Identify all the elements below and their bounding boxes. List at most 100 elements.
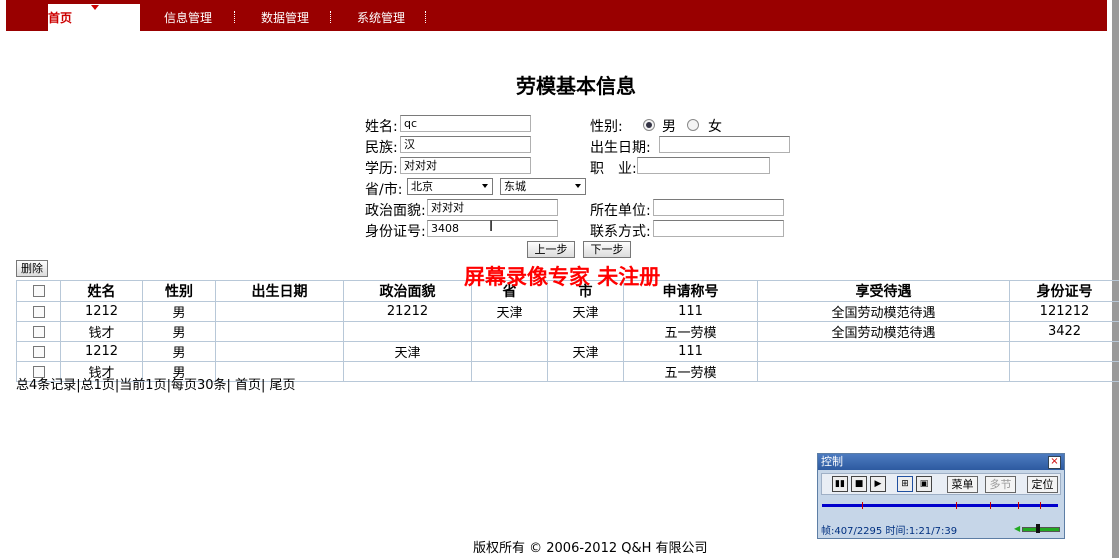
row-checkbox[interactable]: [32, 305, 45, 318]
city-select-value: 东城: [504, 180, 526, 193]
delete-button[interactable]: 删除: [16, 260, 48, 277]
select-all-checkbox[interactable]: [32, 285, 45, 297]
column-header: 性别: [142, 280, 216, 302]
occupation-label: 职 业:: [590, 161, 637, 177]
table-cell: 1212: [60, 341, 143, 362]
nav-home-label: 首页: [48, 11, 73, 25]
contact-label: 联系方式:: [590, 224, 651, 240]
text-cursor-icon: I: [489, 219, 494, 235]
workplace-input[interactable]: [653, 199, 784, 216]
pause-icon[interactable]: ▮▮: [832, 476, 848, 492]
table-cell: [757, 361, 1010, 382]
fullscreen-icon[interactable]: ▣: [916, 476, 932, 492]
active-indicator-icon: [91, 5, 99, 10]
nav-system-management[interactable]: 系统管理: [357, 9, 405, 26]
province-city-label: 省/市:: [365, 182, 403, 198]
city-select[interactable]: 东城: [500, 178, 586, 195]
window-scrollbar[interactable]: [1112, 0, 1119, 558]
playback-progress-track[interactable]: [822, 502, 1058, 509]
gender-male-radio[interactable]: [643, 119, 655, 131]
left-edge: [0, 0, 6, 558]
gender-male-label: 男: [662, 119, 676, 135]
table-cell: [1009, 341, 1119, 362]
table-cell: 天津: [471, 301, 548, 322]
page-title: 劳模基本信息: [516, 74, 636, 98]
education-input[interactable]: 对对对: [400, 157, 531, 174]
row-select-cell[interactable]: [16, 341, 61, 362]
nav-separator: [234, 11, 236, 23]
political-status-input[interactable]: 对对对: [427, 199, 558, 216]
table-cell: [343, 361, 472, 382]
select-all-header[interactable]: [16, 280, 61, 302]
locate-button[interactable]: 定位: [1027, 476, 1058, 493]
table-cell: [215, 321, 344, 342]
multi-section-button[interactable]: 多节: [985, 476, 1016, 493]
table-cell: 1212: [60, 301, 143, 322]
row-select-cell[interactable]: [16, 301, 61, 322]
gender-label: 性别:: [590, 119, 623, 135]
province-select[interactable]: 北京: [407, 178, 493, 195]
table-row: 1212 男 天津 天津 111: [16, 341, 1119, 362]
table-cell: [547, 361, 624, 382]
progress-line: [822, 504, 1058, 507]
table-cell: 111: [623, 301, 758, 322]
menu-button[interactable]: 菜单: [947, 476, 978, 493]
control-panel-title-text: 控制: [821, 455, 843, 468]
education-label: 学历:: [365, 161, 398, 177]
column-header: 姓名: [60, 280, 143, 302]
fit-window-icon[interactable]: ⊞: [897, 476, 913, 492]
prev-step-button[interactable]: 上一步: [527, 241, 575, 258]
birth-date-input[interactable]: [659, 136, 790, 153]
nav-info-management[interactable]: 信息管理: [164, 9, 212, 26]
table-cell: 天津: [547, 341, 624, 362]
playback-status: 帧:407/2295 时间:1:21/7:39: [821, 526, 958, 537]
row-select-cell[interactable]: [16, 321, 61, 342]
name-input[interactable]: qc: [400, 115, 531, 132]
volume-slider[interactable]: ◀: [1014, 523, 1060, 533]
ethnicity-input[interactable]: 汉: [400, 136, 531, 153]
close-icon[interactable]: ×: [1048, 456, 1061, 469]
play-icon[interactable]: ▶: [870, 476, 886, 492]
table-row: 1212 男 21212 天津 天津 111 全国劳动模范待遇 121212: [16, 301, 1119, 322]
table-cell: [215, 341, 344, 362]
table-cell: 五一劳模: [623, 321, 758, 342]
table-cell: 天津: [343, 341, 472, 362]
control-panel-title: 控制 ×: [818, 454, 1064, 470]
column-header: 享受待遇: [757, 280, 1010, 302]
volume-knob[interactable]: [1036, 524, 1040, 533]
nav-data-management[interactable]: 数据管理: [261, 9, 309, 26]
political-status-label: 政治面貌:: [365, 203, 426, 219]
speaker-icon: ◀: [1014, 524, 1021, 533]
gender-female-radio[interactable]: [687, 119, 699, 131]
table-cell: 五一劳模: [623, 361, 758, 382]
table-cell: 男: [142, 341, 216, 362]
column-header: 身份证号: [1009, 280, 1119, 302]
section-marker: [990, 502, 991, 509]
pagination-bar[interactable]: 总4条记录|总1页|当前1页|每页30条| 首页| 尾页: [16, 374, 296, 393]
nav-home-tab[interactable]: 首页: [48, 4, 140, 31]
recorder-watermark: 屏幕录像专家 未注册: [464, 264, 661, 289]
occupation-input[interactable]: [637, 157, 770, 174]
table-cell: 全国劳动模范待遇: [757, 321, 1010, 342]
chevron-down-icon: [575, 184, 581, 188]
row-checkbox[interactable]: [32, 325, 45, 338]
row-checkbox[interactable]: [32, 345, 45, 358]
province-select-value: 北京: [411, 180, 433, 193]
stop-icon[interactable]: ■: [851, 476, 867, 492]
top-nav-bar: 首页 信息管理 数据管理 系统管理: [6, 0, 1107, 31]
table-cell: [343, 321, 472, 342]
records-table: 姓名 性别 出生日期 政治面貌 省 市 申请称号 享受待遇 身份证号 1212 …: [16, 280, 1119, 382]
table-cell: 3422: [1009, 321, 1119, 342]
contact-input[interactable]: [653, 220, 784, 237]
table-cell: [1009, 361, 1119, 382]
id-number-label: 身份证号:: [365, 224, 426, 240]
table-cell: [471, 341, 548, 362]
table-row: 钱才 男 五一劳模 全国劳动模范待遇 3422: [16, 321, 1119, 342]
table-cell: [547, 321, 624, 342]
copyright-footer: 版权所有 © 2006-2012 Q&H 有限公司: [473, 541, 708, 556]
next-step-button[interactable]: 下一步: [583, 241, 631, 258]
table-cell: [471, 321, 548, 342]
table-cell: [215, 301, 344, 322]
control-toolbar: ▮▮ ■ ▶ ⊞ ▣ 菜单 多节 定位: [821, 473, 1061, 495]
table-cell: 男: [142, 301, 216, 322]
